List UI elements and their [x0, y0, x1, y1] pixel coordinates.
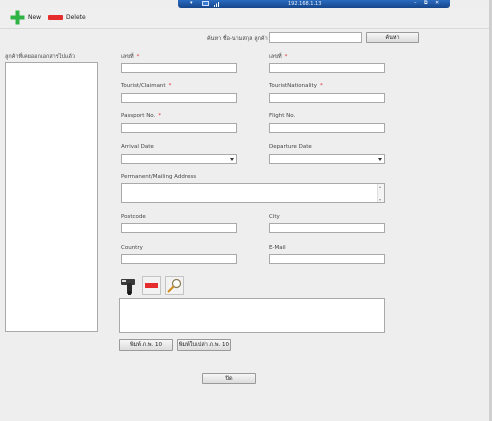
- search-input[interactable]: [269, 32, 362, 43]
- scrollbar[interactable]: ▴ ▾: [377, 184, 384, 202]
- nationality-input[interactable]: [269, 93, 385, 103]
- city-label: City: [269, 214, 280, 220]
- chevron-down-icon: [378, 158, 382, 161]
- print-button[interactable]: พิมพ์ ภ.พ. 10: [119, 339, 173, 351]
- flight-label: Flight No.: [269, 113, 296, 119]
- delete-bar-icon: [48, 14, 63, 20]
- doc-number-2-input[interactable]: [269, 63, 385, 73]
- remote-host-ip: 192.168.1.13: [288, 1, 322, 7]
- scroll-down-icon[interactable]: ▾: [379, 197, 381, 202]
- email-label: E-Mail: [269, 245, 286, 251]
- flight-input[interactable]: [269, 123, 385, 133]
- lookup-button[interactable]: [165, 276, 184, 295]
- required-mark: *: [319, 83, 323, 89]
- notes-textarea[interactable]: [119, 298, 385, 333]
- clear-button[interactable]: [142, 276, 161, 295]
- required-mark: *: [158, 113, 162, 119]
- doc-number-label: เลขที่ *: [121, 54, 140, 60]
- toolbar: New Delete: [0, 8, 492, 29]
- delete-button[interactable]: Delete: [48, 10, 86, 24]
- tourist-label: Tourist/Claimant *: [121, 83, 172, 89]
- magnifier-icon: [167, 278, 182, 293]
- card-reader-button[interactable]: [119, 276, 139, 296]
- required-mark: *: [168, 83, 172, 89]
- required-mark: *: [136, 54, 140, 60]
- red-bar-icon: [145, 283, 158, 288]
- passport-input[interactable]: [121, 123, 237, 133]
- chevron-down-icon: [230, 158, 234, 161]
- print-blank-button[interactable]: พิมพ์ใบเปล่า ภ.พ. 10: [177, 339, 231, 351]
- scroll-up-icon[interactable]: ▴: [379, 184, 381, 189]
- customer-list[interactable]: [5, 62, 98, 332]
- doc-number-input[interactable]: [121, 63, 237, 73]
- arrival-date-label: Arrival Date: [121, 144, 154, 150]
- close-button[interactable]: ปิด: [202, 373, 256, 384]
- connection-quality-icon: [202, 1, 209, 6]
- minimize-icon[interactable]: –: [414, 0, 417, 6]
- nationality-label: TouristNationality *: [269, 83, 323, 89]
- arrival-date-select[interactable]: [121, 154, 237, 164]
- country-label: Country: [121, 245, 143, 251]
- tourist-input[interactable]: [121, 93, 237, 103]
- search-label: ค้นหา ชื่อ-นามสกุล ลูกค้า: [207, 36, 268, 42]
- email-input[interactable]: [269, 254, 385, 264]
- address-textarea[interactable]: ▴ ▾: [121, 183, 385, 203]
- delete-button-label: Delete: [66, 13, 86, 21]
- restore-icon[interactable]: ⧉: [424, 0, 428, 6]
- departure-date-label: Departure Date: [269, 144, 312, 150]
- close-remote-icon[interactable]: ✕: [435, 0, 439, 6]
- required-mark: *: [284, 54, 288, 60]
- new-button-label: New: [28, 13, 42, 21]
- postcode-input[interactable]: [121, 223, 237, 233]
- remote-connection-bar: ▾ 192.168.1.13 – ⧉ ✕: [178, 0, 450, 8]
- search-button[interactable]: ค้นหา: [366, 32, 419, 43]
- city-input[interactable]: [269, 223, 385, 233]
- new-button[interactable]: New: [10, 10, 41, 24]
- doc-number-2-label: เลขที่ *: [269, 54, 288, 60]
- card-reader-icon: [121, 279, 135, 295]
- departure-date-select[interactable]: [269, 154, 385, 164]
- pin-icon[interactable]: ▾: [190, 1, 195, 6]
- postcode-label: Postcode: [121, 214, 146, 220]
- signal-icon: [214, 1, 220, 7]
- country-input[interactable]: [121, 254, 237, 264]
- passport-label: Passport No. *: [121, 113, 162, 119]
- left-panel-title: ลูกค้าที่เคยออกเอกสารไปแล้ว: [5, 54, 75, 60]
- add-plus-icon: [10, 10, 25, 24]
- address-label: Permanent/Mailing Address: [121, 174, 197, 180]
